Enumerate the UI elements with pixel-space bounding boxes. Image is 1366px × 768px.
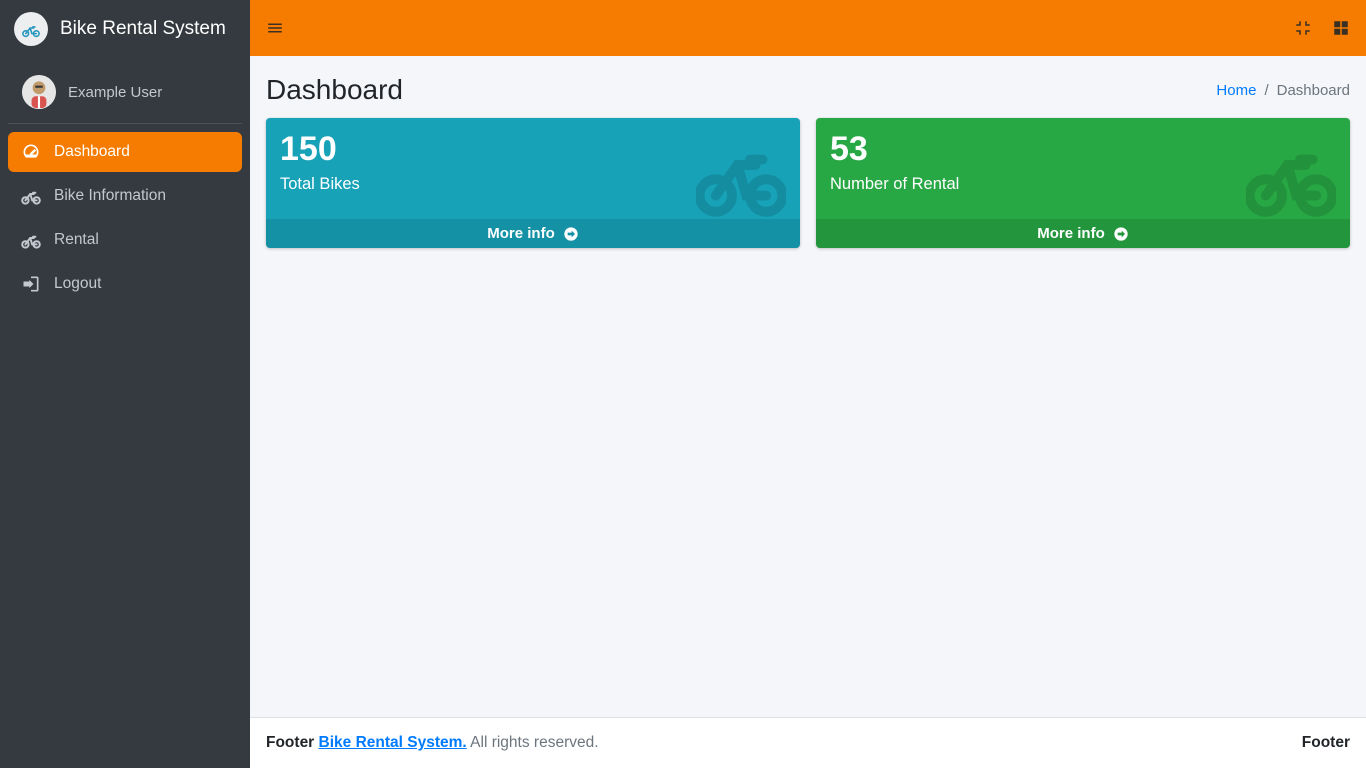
- content-header: Dashboard Home / Dashboard: [250, 56, 1366, 118]
- card-number-of-rental: 53 Number of Rental More info: [816, 118, 1350, 248]
- breadcrumb: Home / Dashboard: [1216, 82, 1350, 99]
- footer-suffix: All rights reserved.: [470, 734, 598, 751]
- breadcrumb-separator: /: [1264, 82, 1268, 99]
- sidebar: Bike Rental System Example User Dashboar…: [0, 0, 250, 768]
- bike-icon: [20, 230, 42, 250]
- sidebar-item-label: Dashboard: [54, 143, 130, 161]
- sidebar-item-label: Logout: [54, 275, 101, 293]
- sidebar-toggle-button[interactable]: [266, 19, 284, 37]
- sidebar-item-dashboard[interactable]: Dashboard: [8, 132, 242, 172]
- sidebar-item-logout[interactable]: Logout: [8, 264, 242, 304]
- sidebar-item-bike-information[interactable]: Bike Information: [8, 176, 242, 216]
- card-value: 150: [280, 130, 786, 169]
- more-info-label: More info: [1037, 225, 1105, 242]
- avatar: [22, 75, 56, 109]
- avatar-icon: [22, 75, 56, 109]
- logout-icon: [20, 274, 42, 294]
- sidebar-item-rental[interactable]: Rental: [8, 220, 242, 260]
- sidebar-nav: Dashboard Bike Information Rental Logout: [0, 124, 250, 312]
- card-label: Number of Rental: [830, 175, 1336, 194]
- breadcrumb-home-link[interactable]: Home: [1216, 82, 1256, 99]
- brand-title: Bike Rental System: [60, 18, 226, 40]
- brand[interactable]: Bike Rental System: [0, 0, 250, 61]
- sidebar-item-label: Rental: [54, 231, 99, 249]
- breadcrumb-current: Dashboard: [1277, 82, 1350, 99]
- compress-icon: [1294, 19, 1312, 37]
- card-label: Total Bikes: [280, 175, 786, 194]
- card-total-bikes: 150 Total Bikes More info: [266, 118, 800, 248]
- content: 150 Total Bikes More info 53 Number of R…: [250, 118, 1366, 717]
- bike-icon: [20, 186, 42, 206]
- footer-prefix: Footer: [266, 734, 319, 751]
- card-more-info-link[interactable]: More info: [816, 219, 1350, 248]
- footer-brand-link[interactable]: Bike Rental System.: [319, 734, 467, 751]
- main-column: Dashboard Home / Dashboard 150 Total Bik…: [250, 0, 1366, 768]
- card-value: 53: [830, 130, 1336, 169]
- grid-icon: [1332, 19, 1350, 37]
- topbar: [250, 0, 1366, 56]
- arrow-circle-right-icon: [563, 226, 579, 242]
- sidebar-item-label: Bike Information: [54, 187, 166, 205]
- fullscreen-toggle-button[interactable]: [1294, 19, 1312, 37]
- footer-left: Footer Bike Rental System. All rights re…: [266, 734, 599, 752]
- user-name: Example User: [68, 84, 162, 101]
- footer-right: Footer: [1302, 734, 1350, 751]
- dashboard-icon: [20, 142, 42, 162]
- footer: Footer Bike Rental System. All rights re…: [250, 717, 1366, 768]
- apps-grid-button[interactable]: [1332, 19, 1350, 37]
- arrow-circle-right-icon: [1113, 226, 1129, 242]
- bike-logo-icon: [20, 18, 42, 40]
- card-more-info-link[interactable]: More info: [266, 219, 800, 248]
- more-info-label: More info: [487, 225, 555, 242]
- hamburger-icon: [266, 19, 284, 37]
- page-title: Dashboard: [266, 74, 403, 106]
- user-panel[interactable]: Example User: [8, 61, 242, 124]
- brand-logo: [14, 12, 48, 46]
